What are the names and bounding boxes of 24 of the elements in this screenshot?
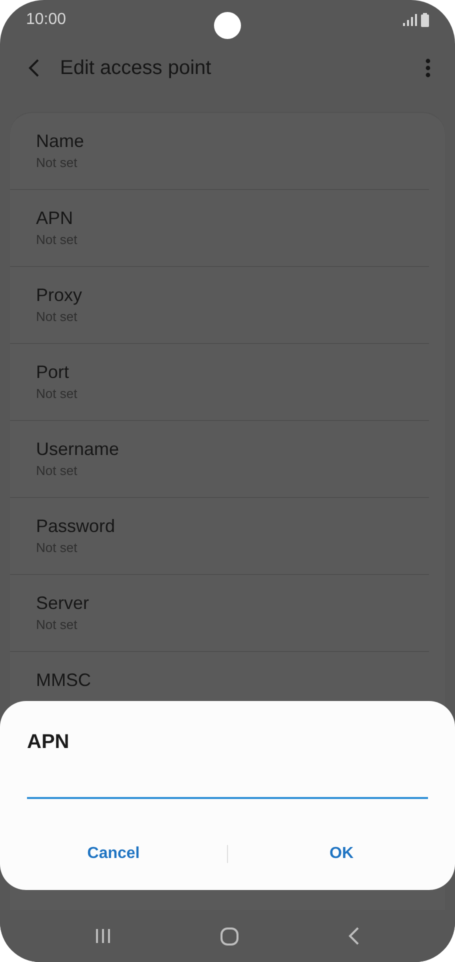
status-time: 10:00 [26,11,66,29]
setting-label: APN [36,208,74,229]
dialog-title: APN [27,731,70,755]
setting-label: MMSC [36,670,91,691]
more-options-button[interactable] [425,58,431,78]
setting-label: Username [36,439,120,460]
back-nav-button[interactable] [348,927,360,945]
camera-hole [214,12,241,39]
more-icon [425,58,431,78]
page-title: Edit access point [60,56,212,80]
signal-icon [403,14,417,26]
back-icon [348,927,360,945]
battery-icon [421,13,429,27]
dialog-button[interactable]: OK [228,837,455,871]
setting-label: Password [36,516,116,537]
setting-label: Port [36,362,70,383]
recents-button[interactable] [94,928,111,944]
setting-label: Name [36,131,84,152]
home-icon [220,926,239,946]
home-button[interactable] [220,926,239,946]
setting-label: Proxy [36,285,82,306]
dialog-button[interactable]: Cancel [0,837,227,871]
setting-label: Server [36,593,90,614]
recents-icon [94,928,111,944]
